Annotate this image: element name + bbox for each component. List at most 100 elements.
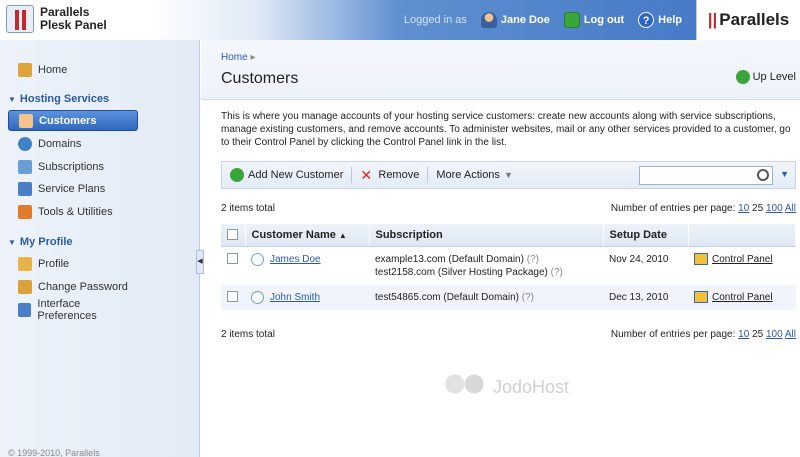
- items-total-bottom: 2 items total: [221, 329, 275, 340]
- up-level-button[interactable]: Up Level: [735, 70, 796, 84]
- column-customer-name[interactable]: Customer Name ▲: [245, 224, 370, 247]
- caret-down-icon: ▼: [503, 170, 513, 180]
- sidebar-item-label: Change Password: [38, 280, 128, 293]
- help-mark[interactable]: (?): [551, 267, 563, 278]
- customer-name-link[interactable]: James Doe: [270, 254, 321, 265]
- customer-name-link[interactable]: John Smith: [270, 292, 320, 303]
- collapse-triangle-icon: ▼: [8, 237, 16, 247]
- brand-bars-icon: ||: [707, 10, 718, 29]
- control-panel-link[interactable]: Control Panel: [712, 292, 773, 303]
- chevron-right-icon: ▸: [250, 52, 256, 63]
- double-chevron-down-icon[interactable]: ▼: [780, 169, 789, 179]
- sidebar-item-label: Home: [38, 63, 68, 76]
- remove-x-icon: ✕: [360, 167, 373, 183]
- sidebar-item-label: Service Plans: [38, 182, 106, 195]
- sidebar-item-label: Subscriptions: [38, 160, 105, 173]
- items-total: 2 items total: [221, 203, 275, 214]
- sidebar-item-customers[interactable]: Customers: [8, 110, 138, 131]
- sidebar-item-label: Profile: [38, 257, 70, 270]
- collapse-triangle-icon: ▼: [8, 94, 16, 104]
- sidebar-item-label: Domains: [38, 137, 82, 150]
- subscription-text: test54865.com (Default Domain): [375, 291, 519, 303]
- sidebar-item-tools-utilities[interactable]: Tools & Utilities: [8, 201, 138, 222]
- customer-icon: [19, 113, 33, 128]
- parallels-brand-logo: || Parallels: [696, 0, 800, 40]
- help-link[interactable]: ? Help: [638, 12, 682, 28]
- domains-icon: [18, 136, 32, 151]
- copyright: © 1999-2010, Parallels: [8, 448, 100, 457]
- column-setup-date[interactable]: Setup Date: [603, 224, 689, 247]
- intro-text: This is where you manage accounts of you…: [221, 111, 791, 148]
- sidebar-item-change-password[interactable]: Change Password: [8, 276, 138, 297]
- customer-status-icon: [251, 252, 264, 266]
- search-input[interactable]: [639, 166, 773, 185]
- table-row: John Smith test54865.com (Default Domain…: [221, 284, 796, 310]
- select-all-checkbox[interactable]: [227, 229, 238, 241]
- sidebar-item-domains[interactable]: Domains: [8, 133, 138, 154]
- row-checkbox[interactable]: [227, 291, 238, 303]
- sidebar-item-interface-preferences[interactable]: Interface Preferences: [8, 297, 138, 322]
- logout-icon: [563, 12, 580, 28]
- user-icon: [480, 12, 497, 28]
- control-panel-icon: [694, 290, 708, 303]
- plesk-logo[interactable]: Parallels Plesk Panel: [6, 5, 107, 33]
- control-panel-icon: [694, 252, 708, 265]
- per-page-all[interactable]: All: [785, 329, 796, 340]
- row-checkbox[interactable]: [227, 253, 238, 265]
- sidebar-item-service-plans[interactable]: Service Plans: [8, 178, 138, 199]
- logout-label: Log out: [583, 14, 625, 26]
- section-my-profile[interactable]: ▼ My Profile: [8, 236, 73, 248]
- tools-icon: [18, 204, 32, 219]
- profile-icon: [18, 256, 32, 271]
- table-row: James Doe example13.com (Default Domain)…: [221, 246, 796, 285]
- page-title: Customers: [221, 70, 299, 87]
- sidebar-item-label: Tools & Utilities: [38, 205, 113, 218]
- logout-link[interactable]: Log out: [563, 12, 625, 28]
- people-icon: [441, 372, 487, 402]
- breadcrumb-home[interactable]: Home: [221, 52, 248, 63]
- sidebar-item-subscriptions[interactable]: Subscriptions: [8, 156, 138, 177]
- help-mark[interactable]: (?): [527, 254, 539, 265]
- section-hosting-services[interactable]: ▼ Hosting Services: [8, 93, 109, 105]
- user-name: Jane Doe: [500, 14, 550, 26]
- sort-asc-icon: ▲: [338, 230, 347, 240]
- add-user-icon: [230, 168, 244, 182]
- help-mark[interactable]: (?): [522, 292, 534, 303]
- column-actions: [688, 224, 796, 247]
- up-arrow-icon: [735, 70, 750, 84]
- per-page-100[interactable]: 100: [766, 203, 783, 214]
- help-label: Help: [658, 14, 682, 26]
- customer-status-icon: [251, 290, 264, 304]
- per-page-10[interactable]: 10: [738, 329, 749, 340]
- control-panel-link[interactable]: Control Panel: [712, 254, 773, 265]
- jodohost-watermark: JodoHost: [441, 372, 569, 402]
- service-plans-icon: [18, 181, 32, 196]
- entries-per-page: Number of entries per page: 10 25 100 Al…: [610, 203, 796, 214]
- subscription-text: example13.com (Default Domain): [375, 253, 524, 265]
- parallels-logo-icon: [6, 5, 34, 33]
- logged-in-label: Logged in as: [403, 14, 467, 26]
- per-page-100[interactable]: 100: [766, 329, 783, 340]
- remove-button[interactable]: ✕ Remove: [352, 162, 427, 188]
- add-new-customer-button[interactable]: Add New Customer: [222, 162, 351, 188]
- left-sidebar: Home ▼ Hosting Services Customers Domain…: [0, 40, 200, 457]
- sidebar-item-home[interactable]: Home: [8, 59, 138, 80]
- preferences-icon: [18, 302, 32, 317]
- per-page-25: 25: [752, 203, 764, 214]
- search-icon[interactable]: [757, 169, 769, 181]
- top-header: Parallels Plesk Panel Logged in as Jane …: [0, 0, 800, 40]
- subscriptions-icon: [18, 159, 32, 174]
- sidebar-item-profile[interactable]: Profile: [8, 253, 138, 274]
- subscription-text: test2158.com (Silver Hosting Package): [375, 266, 548, 278]
- home-icon: [18, 62, 32, 77]
- key-icon: [18, 279, 32, 294]
- per-page-all[interactable]: All: [785, 203, 796, 214]
- setup-date: Nov 24, 2010: [609, 253, 669, 265]
- column-subscription[interactable]: Subscription: [369, 224, 604, 247]
- breadcrumb[interactable]: Home ▸: [221, 52, 256, 63]
- customers-table: Customer Name ▲ Subscription Setup Date J…: [221, 224, 796, 310]
- more-actions-dropdown[interactable]: More Actions ▼: [428, 162, 521, 188]
- sidebar-item-label: Interface Preferences: [37, 297, 97, 322]
- per-page-10[interactable]: 10: [738, 203, 749, 214]
- user-profile-link[interactable]: Jane Doe: [480, 12, 550, 28]
